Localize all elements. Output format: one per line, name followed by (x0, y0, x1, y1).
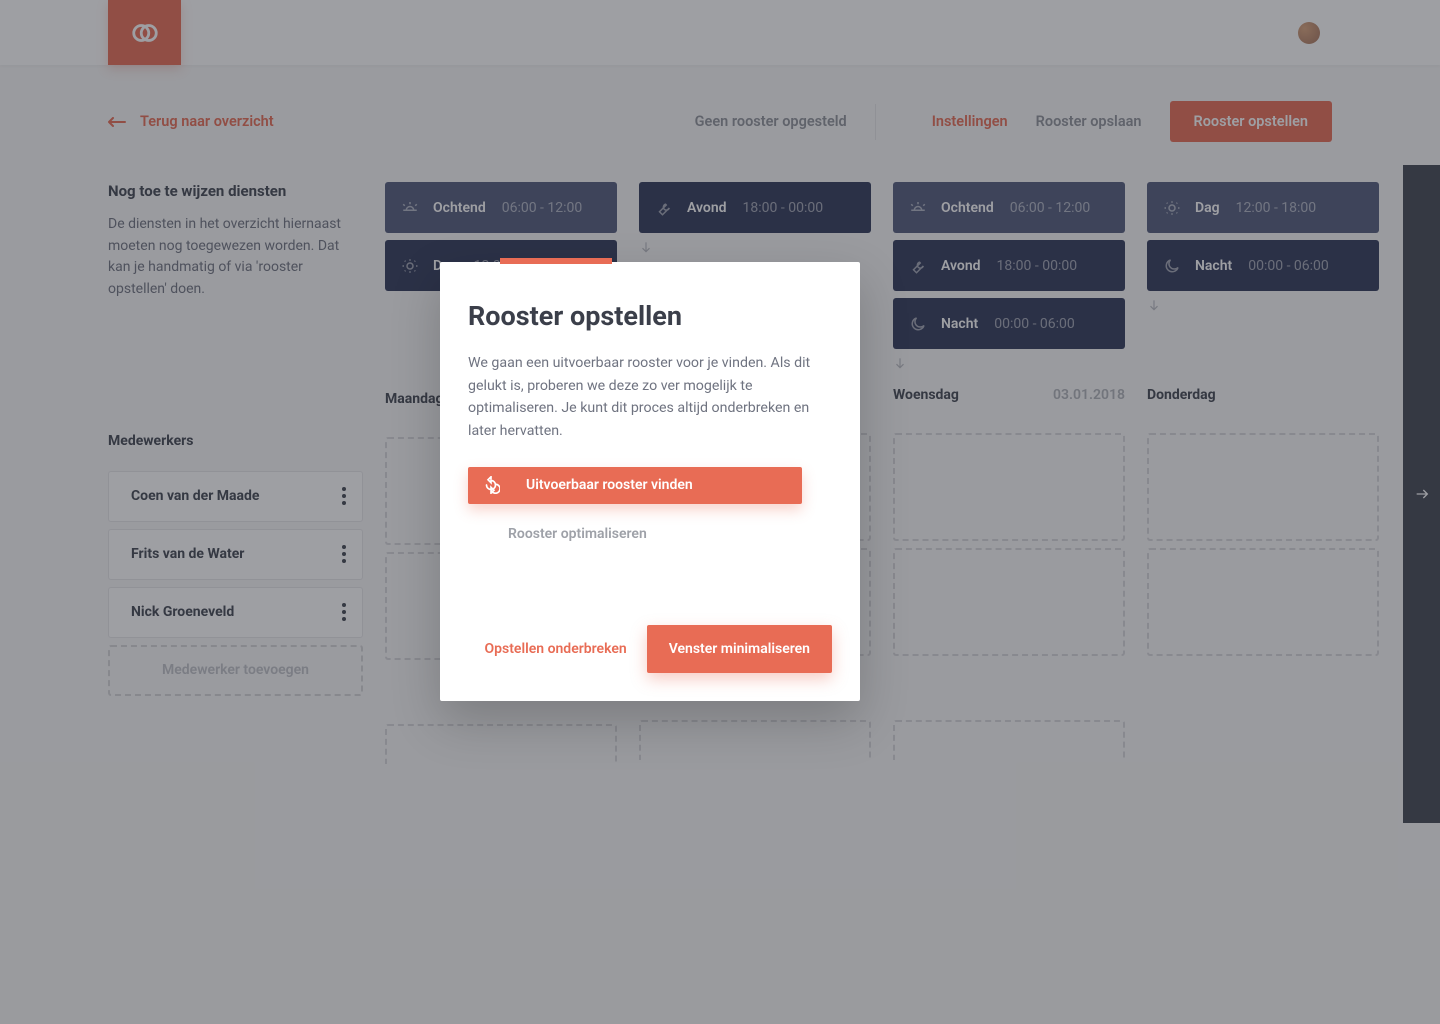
create-roster-modal: Rooster opstellen We gaan een uitvoerbaa… (440, 262, 860, 701)
optimize-roster-button[interactable]: Rooster optimaliseren (468, 516, 832, 553)
refresh-icon (482, 476, 500, 494)
find-roster-button[interactable]: Uitvoerbaar rooster vinden (468, 467, 802, 504)
interrupt-link[interactable]: Opstellen onderbreken (485, 641, 627, 657)
modal-title: Rooster opstellen (468, 300, 832, 332)
minimize-button[interactable]: Venster minimaliseren (647, 625, 832, 673)
modal-accent-bar (500, 258, 612, 264)
optimize-roster-label: Rooster optimaliseren (508, 526, 647, 542)
find-roster-label: Uitvoerbaar rooster vinden (526, 477, 693, 493)
modal-description: We gaan een uitvoerbaar rooster voor je … (468, 352, 832, 443)
